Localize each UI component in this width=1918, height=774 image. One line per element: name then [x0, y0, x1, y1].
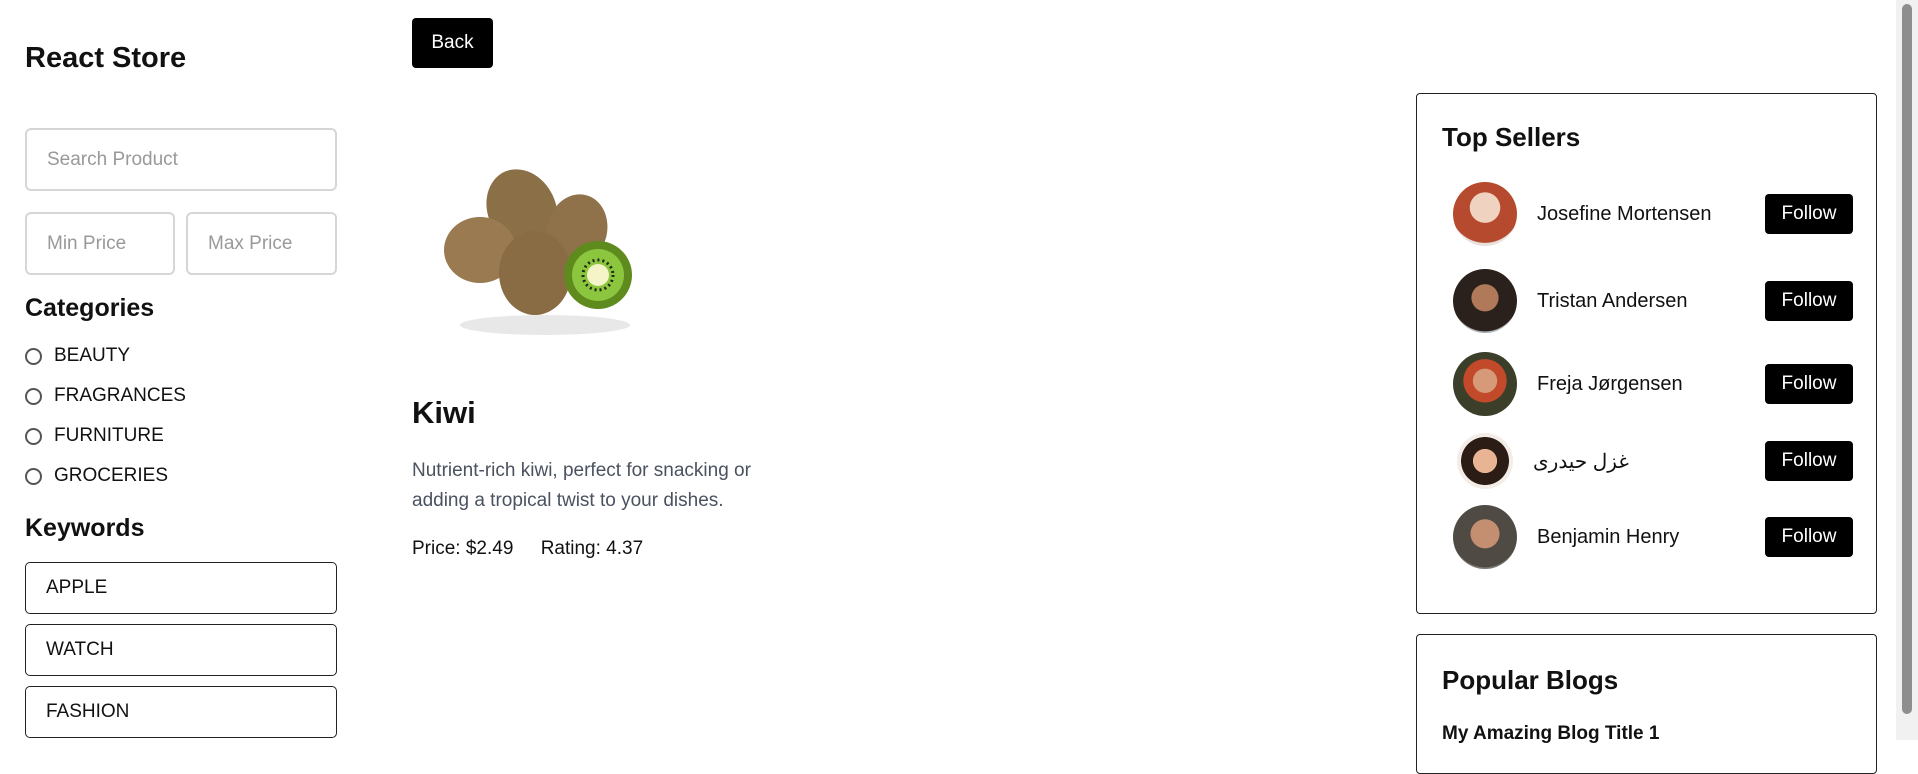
seller-row: Freja Jørgensen Follow	[1453, 349, 1853, 419]
seller-row: Tristan Andersen Follow	[1453, 266, 1853, 336]
follow-button[interactable]: Follow	[1765, 364, 1853, 404]
brand-title: React Store	[25, 42, 187, 74]
blog-item-title[interactable]: My Amazing Blog Title 1	[1442, 723, 1659, 745]
radio-icon[interactable]	[25, 427, 42, 445]
keyword-button-apple[interactable]: APPLE	[25, 562, 337, 614]
category-label: FURNITURE	[54, 425, 164, 446]
product-title: Kiwi	[412, 395, 476, 430]
seller-row: Benjamin Henry Follow	[1453, 502, 1853, 572]
avatar	[1453, 505, 1517, 569]
seller-name: Benjamin Henry	[1537, 525, 1680, 548]
page-scrollbar[interactable]	[1896, 0, 1918, 740]
product-description: Nutrient-rich kiwi, perfect for snacking…	[412, 460, 751, 511]
follow-button[interactable]: Follow	[1765, 281, 1853, 321]
category-label: GROCERIES	[54, 465, 169, 486]
seller-name: Freja Jørgensen	[1537, 372, 1683, 395]
category-radio-fragrances[interactable]: FRAGRANCES	[25, 385, 186, 407]
seller-row: Josefine Mortensen Follow	[1453, 179, 1853, 249]
seller-name: Tristan Andersen	[1537, 289, 1688, 312]
categories-heading: Categories	[25, 294, 155, 322]
popular-blogs-heading: Popular Blogs	[1442, 665, 1619, 695]
back-button[interactable]: Back	[412, 18, 493, 68]
category-label: BEAUTY	[54, 345, 131, 366]
product-rating: Rating: 4.37	[540, 538, 644, 559]
keywords-heading: Keywords	[25, 514, 145, 542]
radio-icon[interactable]	[25, 347, 42, 365]
avatar	[1457, 433, 1513, 489]
radio-icon[interactable]	[25, 467, 42, 485]
seller-name: غزل حیدری	[1533, 450, 1629, 473]
avatar	[1453, 352, 1517, 416]
category-radio-groceries[interactable]: GROCERIES	[25, 465, 168, 487]
product-meta: Price: $2.49 Rating: 4.37	[412, 538, 665, 560]
seller-name: Josefine Mortensen	[1537, 202, 1712, 225]
category-radio-beauty[interactable]: BEAUTY	[25, 345, 130, 367]
follow-button[interactable]: Follow	[1765, 517, 1853, 557]
popular-blogs-panel: Popular Blogs My Amazing Blog Title 1	[1416, 634, 1877, 774]
seller-row: غزل حیدری Follow	[1453, 426, 1853, 496]
avatar	[1453, 269, 1517, 333]
top-sellers-panel: Top Sellers Josefine Mortensen Follow Tr…	[1416, 93, 1877, 614]
max-price-input[interactable]: Max Price	[186, 212, 337, 275]
category-label: FRAGRANCES	[54, 385, 186, 406]
min-price-input[interactable]: Min Price	[25, 212, 175, 275]
top-sellers-heading: Top Sellers	[1442, 122, 1581, 152]
radio-icon[interactable]	[25, 387, 42, 405]
keyword-button-watch[interactable]: WATCH	[25, 624, 337, 676]
category-radio-furniture[interactable]: FURNITURE	[25, 425, 164, 447]
follow-button[interactable]: Follow	[1765, 441, 1853, 481]
product-price: Price: $2.49	[412, 538, 514, 559]
search-input[interactable]: Search Product	[25, 128, 337, 191]
follow-button[interactable]: Follow	[1765, 194, 1853, 234]
product-image	[444, 169, 632, 335]
keyword-button-fashion[interactable]: FASHION	[25, 686, 337, 738]
scrollbar-thumb[interactable]	[1902, 4, 1912, 714]
avatar	[1453, 182, 1517, 246]
